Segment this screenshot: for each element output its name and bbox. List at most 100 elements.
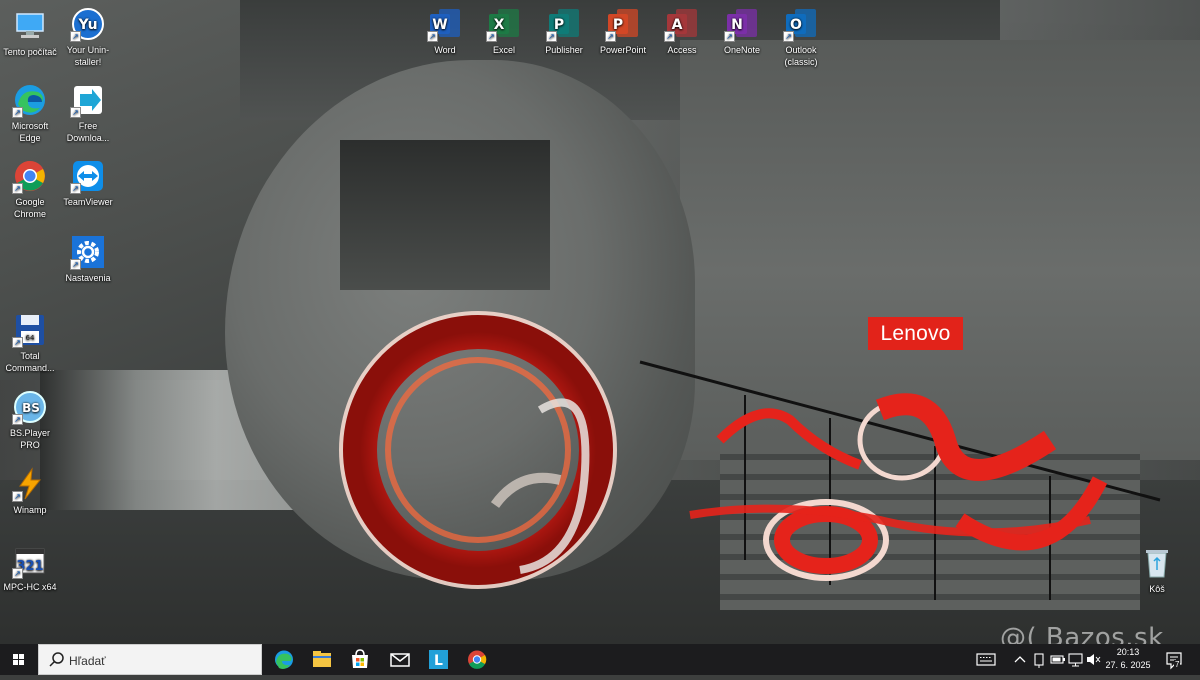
outlook-icon: O ↗ xyxy=(783,6,819,42)
desktop-icon-label: Nastavenia xyxy=(65,273,111,283)
desktop-icon-label: TeamViewer xyxy=(63,197,113,207)
desktop-icon-winamp[interactable]: ↗ Winamp xyxy=(0,466,60,516)
desktop-icon-your-uninstaller[interactable]: Yu ↗ Your Unin-staller! xyxy=(58,6,118,68)
tray-touch-keyboard[interactable] xyxy=(975,644,997,675)
edge-icon: ↗ xyxy=(12,82,48,118)
shortcut-arrow-icon: ↗ xyxy=(12,107,23,118)
desktop-icon-label: Free Downloa... xyxy=(66,121,110,143)
desktop-icon-label: PowerPoint xyxy=(599,45,647,55)
onenote-icon: N ↗ xyxy=(724,6,760,42)
desktop-icon-recycle-bin[interactable]: Kôš xyxy=(1127,545,1187,595)
taskbar-chrome[interactable] xyxy=(458,644,496,675)
your-uninstaller-icon: Yu ↗ xyxy=(70,6,106,42)
shortcut-arrow-icon: ↗ xyxy=(546,31,557,42)
desktop-icon-publisher[interactable]: P ↗ Publisher xyxy=(534,6,594,56)
desktop-icon-label: Publisher xyxy=(545,45,583,55)
tray-pen-menu[interactable] xyxy=(1030,644,1048,675)
taskbar: Hľadať L 20:13 27. 6. 2025 7 xyxy=(0,644,1200,675)
search-placeholder: Hľadať xyxy=(69,654,106,668)
wallpaper-light-painting xyxy=(339,311,1161,600)
keyboard-icon xyxy=(976,653,996,666)
publisher-icon: P ↗ xyxy=(546,6,582,42)
lenovo-logo: Lenovo xyxy=(868,317,963,350)
pen-icon xyxy=(1034,653,1044,668)
file-explorer-icon xyxy=(313,651,331,667)
taskbar-store[interactable] xyxy=(341,644,379,675)
chrome-icon xyxy=(468,650,487,669)
tray-show-hidden-icons[interactable] xyxy=(1012,644,1028,675)
shortcut-arrow-icon: ↗ xyxy=(12,183,23,194)
desktop-icon-edge[interactable]: ↗ Microsoft Edge xyxy=(0,82,60,144)
desktop-icon-total-commander[interactable]: 64 ↗ Total Command... xyxy=(0,312,60,374)
taskbar-clock[interactable]: 20:13 27. 6. 2025 xyxy=(1098,646,1158,672)
free-download-manager-icon: ↗ xyxy=(70,82,106,118)
chrome-icon: ↗ xyxy=(12,158,48,194)
desktop-icon-onenote[interactable]: N ↗ OneNote xyxy=(712,6,772,56)
desktop-icon-label: Total Command... xyxy=(5,351,55,373)
taskbar-mail[interactable] xyxy=(381,644,419,675)
shortcut-arrow-icon: ↗ xyxy=(605,31,616,42)
shortcut-arrow-icon: ↗ xyxy=(724,31,735,42)
desktop-icon-this-pc[interactable]: Tento počítač xyxy=(0,8,60,58)
access-icon: A ↗ xyxy=(664,6,700,42)
desktop-icon-label: Your Unin-staller! xyxy=(66,45,110,67)
edge-icon xyxy=(275,650,293,669)
desktop-icon-free-download-manager[interactable]: ↗ Free Downloa... xyxy=(58,82,118,144)
desktop-icon-settings[interactable]: ↗ Nastavenia xyxy=(58,234,118,284)
l-app-icon: L xyxy=(429,650,448,669)
desktop-icon-access[interactable]: A ↗ Access xyxy=(652,6,712,56)
desktop-icon-label: Microsoft Edge xyxy=(11,121,49,143)
shortcut-arrow-icon: ↗ xyxy=(70,31,81,42)
microsoft-store-icon xyxy=(352,649,368,668)
word-icon: W ↗ xyxy=(427,6,463,42)
taskbar-l-app[interactable]: L xyxy=(419,644,457,675)
desktop-icon-label: Google Chrome xyxy=(13,197,46,219)
taskbar-file-explorer[interactable] xyxy=(303,644,341,675)
desktop-icon-powerpoint[interactable]: P ↗ PowerPoint xyxy=(593,6,653,56)
desktop-icon-bsplayer[interactable]: BS ↗ BS.Player PRO xyxy=(0,389,60,451)
desktop-icon-label: Winamp xyxy=(13,505,47,515)
network-icon xyxy=(1068,653,1083,667)
shortcut-arrow-icon: ↗ xyxy=(486,31,497,42)
desktop-icon-label: Tento počítač xyxy=(3,47,57,57)
taskbar-search-box[interactable]: Hľadať xyxy=(38,644,262,675)
desktop-icon-label: Excel xyxy=(492,45,515,55)
desktop-icon-excel[interactable]: X ↗ Excel xyxy=(474,6,534,56)
chevron-up-icon xyxy=(1014,656,1026,663)
shortcut-arrow-icon: ↗ xyxy=(70,107,81,118)
clock-time: 20:13 xyxy=(1116,647,1140,657)
svg-text:L: L xyxy=(434,653,443,669)
svg-text:BS: BS xyxy=(22,401,40,415)
taskbar-edge[interactable] xyxy=(265,644,303,675)
clock-date: 27. 6. 2025 xyxy=(1105,660,1151,670)
search-icon xyxy=(49,652,64,667)
shortcut-arrow-icon: ↗ xyxy=(783,31,794,42)
desktop-icon-label: Word xyxy=(434,45,456,55)
notification-count-badge: 7 xyxy=(1174,660,1181,669)
tray-action-center[interactable]: 7 xyxy=(1162,644,1186,675)
this-pc-icon xyxy=(12,8,48,44)
desktop-icon-outlook-classic[interactable]: O ↗ Outlook (classic) xyxy=(771,6,831,68)
desktop-icon-chrome[interactable]: ↗ Google Chrome xyxy=(0,158,60,220)
recycle-bin-icon xyxy=(1139,545,1175,581)
shortcut-arrow-icon: ↗ xyxy=(70,183,81,194)
windows-logo-icon xyxy=(13,654,24,665)
mail-icon xyxy=(390,653,410,667)
shortcut-arrow-icon: ↗ xyxy=(12,337,23,348)
desktop-icon-label: Kôš xyxy=(1149,584,1165,594)
desktop-icon-label: OneNote xyxy=(723,45,761,55)
desktop-icon-mpc-hc[interactable]: 321 ↗ MPC-HC x64 xyxy=(0,543,60,593)
desktop-icon-word[interactable]: W ↗ Word xyxy=(415,6,475,56)
settings-gear-icon: ↗ xyxy=(70,234,106,270)
desktop-icon-teamviewer[interactable]: ↗ TeamViewer xyxy=(58,158,118,208)
start-button[interactable] xyxy=(0,644,38,675)
excel-icon: X ↗ xyxy=(486,6,522,42)
mpc-hc-icon: 321 ↗ xyxy=(12,543,48,579)
tray-battery[interactable] xyxy=(1049,644,1067,675)
desktop-icon-label: Outlook (classic) xyxy=(784,45,818,67)
tray-network[interactable] xyxy=(1067,644,1085,675)
powerpoint-icon: P ↗ xyxy=(605,6,641,42)
shortcut-arrow-icon: ↗ xyxy=(12,491,23,502)
desktop-icon-label: Access xyxy=(667,45,697,55)
shortcut-arrow-icon: ↗ xyxy=(12,414,23,425)
